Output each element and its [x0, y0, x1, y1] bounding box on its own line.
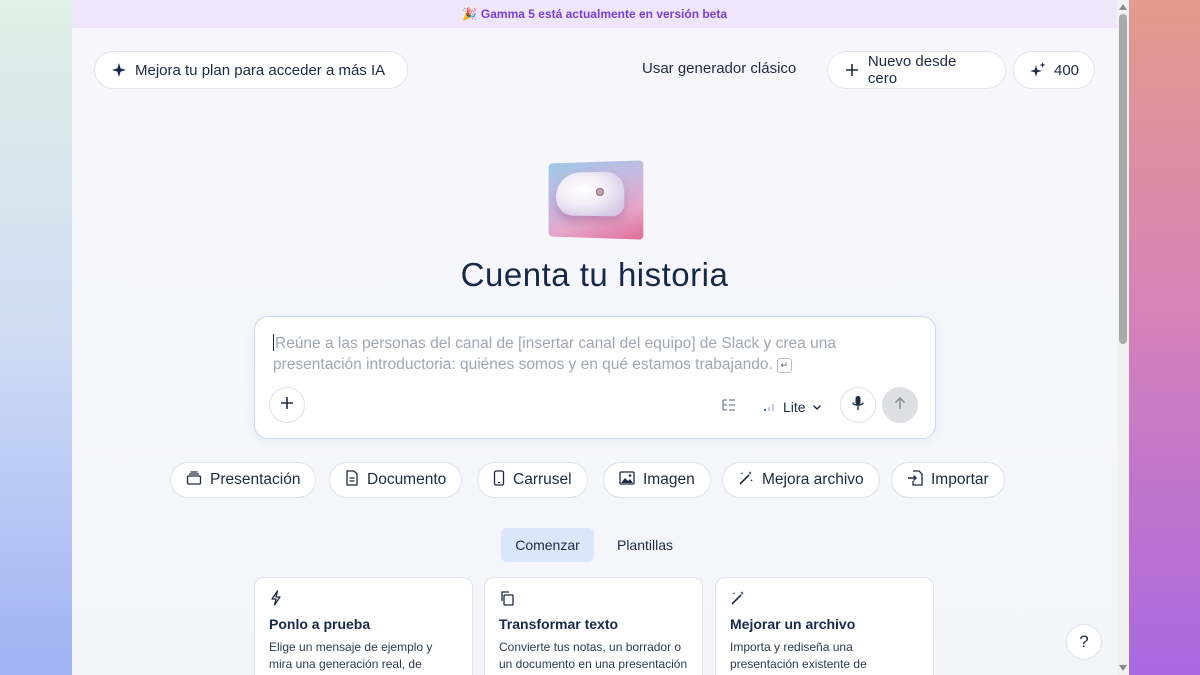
sparkle-icon — [111, 62, 127, 78]
type-image-button[interactable]: Imagen — [603, 462, 711, 498]
card-description: Elige un mensaje de ejemplo y mira una g… — [269, 640, 433, 675]
upgrade-plan-button[interactable]: Mejora tu plan para acceder a más IA — [94, 51, 408, 89]
scrollbar[interactable] — [1117, 0, 1129, 675]
document-icon — [345, 469, 359, 491]
hero-snake-image — [548, 160, 644, 240]
microphone-button[interactable] — [840, 387, 876, 423]
page-title: Cuenta tu historia — [460, 256, 729, 293]
scroll-up-icon[interactable] — [1119, 4, 1127, 10]
type-label: Imagen — [643, 471, 695, 488]
magic-wand-icon — [730, 590, 746, 606]
card-try-it[interactable]: Ponlo a prueba Elige un mensaje de ejemp… — [254, 577, 473, 675]
type-presentation-button[interactable]: Presentación — [170, 462, 317, 498]
prompt-input[interactable]: Reúne a las personas del canal de [inser… — [273, 333, 863, 375]
beta-banner[interactable]: 🎉 Gamma 5 está actualmente en versión be… — [72, 0, 1117, 28]
card-title: Ponlo a prueba — [269, 616, 371, 632]
bolt-icon — [269, 590, 285, 606]
attach-button[interactable] — [269, 387, 305, 423]
phone-icon — [493, 469, 505, 491]
copy-icon — [499, 590, 515, 606]
card-description: Importa y rediseña una presentación exis… — [730, 640, 867, 671]
chevron-down-icon — [812, 399, 822, 415]
credits-button[interactable]: 400 — [1013, 51, 1095, 89]
plus-icon — [280, 396, 294, 415]
type-label: Mejora archivo — [762, 471, 864, 488]
prompt-box[interactable]: Reúne a las personas del canal de [inser… — [254, 316, 936, 439]
type-label: Documento — [367, 471, 447, 488]
card-title: Transformar texto — [499, 616, 619, 632]
card-improve-file[interactable]: Mejorar un archivo Importa y rediseña un… — [715, 577, 934, 675]
type-label: Presentación — [210, 471, 301, 488]
type-label: Importar — [931, 471, 989, 488]
new-from-scratch-button[interactable]: Nuevo desde cero — [827, 51, 1006, 89]
import-icon — [907, 469, 923, 491]
plus-icon — [844, 62, 860, 78]
slides-icon — [186, 470, 202, 491]
app-window: 🎉 Gamma 5 está actualmente en versión be… — [72, 0, 1117, 675]
new-from-scratch-label: Nuevo desde cero — [867, 53, 957, 87]
magic-wand-icon — [738, 470, 754, 491]
arrow-up-icon — [893, 396, 907, 415]
tab-templates[interactable]: Plantillas — [602, 528, 688, 562]
model-label: Lite — [783, 399, 806, 415]
card-description: Convierte tus notas, un borrador o un do… — [499, 640, 688, 671]
scroll-down-icon[interactable] — [1119, 665, 1127, 671]
enter-key-icon: ↵ — [776, 358, 792, 373]
layout-options-icon[interactable] — [721, 397, 739, 415]
type-document-button[interactable]: Documento — [329, 462, 463, 498]
microphone-icon — [851, 395, 865, 416]
type-improve-file-button[interactable]: Mejora archivo — [722, 462, 880, 498]
prompt-placeholder: Reúne a las personas del canal de [inser… — [273, 335, 836, 373]
party-icon: 🎉 — [461, 7, 477, 21]
classic-generator-link[interactable]: Usar generador clásico — [642, 60, 796, 77]
credits-count: 400 — [1054, 61, 1080, 79]
type-import-button[interactable]: Importar — [891, 462, 1005, 498]
tab-start[interactable]: Comenzar — [501, 528, 594, 562]
type-carousel-button[interactable]: Carrusel — [477, 462, 588, 498]
signal-icon — [763, 399, 777, 415]
sparkles-icon — [1030, 62, 1046, 78]
text-caret — [273, 334, 274, 351]
background-left — [0, 0, 72, 675]
image-icon — [619, 470, 635, 490]
card-transform-text[interactable]: Transformar texto Convierte tus notas, u… — [484, 577, 703, 675]
background-right — [1128, 0, 1200, 675]
help-button[interactable]: ? — [1066, 624, 1102, 660]
send-button[interactable] — [882, 387, 918, 423]
type-label: Carrusel — [513, 471, 572, 488]
model-select[interactable]: Lite — [763, 395, 822, 419]
upgrade-plan-label: Mejora tu plan para acceder a más IA — [135, 61, 386, 79]
scrollbar-thumb[interactable] — [1119, 14, 1127, 344]
beta-banner-text: Gamma 5 está actualmente en versión beta — [480, 7, 728, 21]
card-title: Mejorar un archivo — [730, 616, 856, 632]
